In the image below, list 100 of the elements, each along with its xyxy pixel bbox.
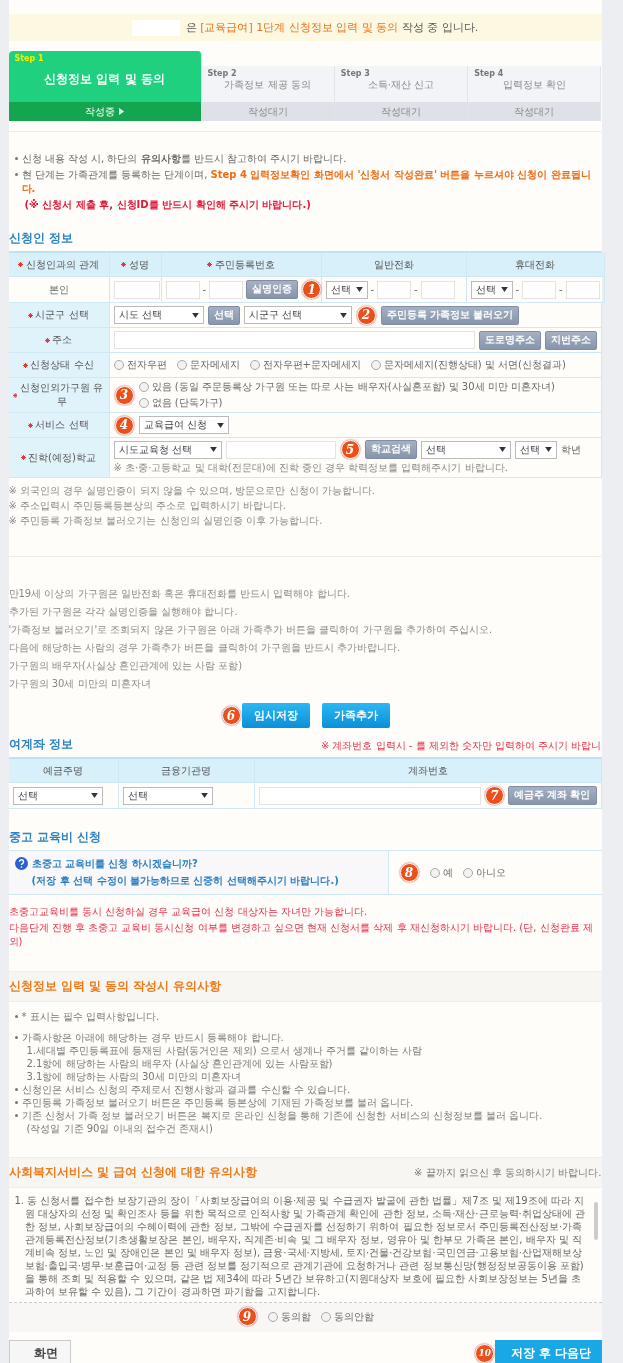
caution-text: 1.세대별 주민등록표에 등재된 사람(동거인은 제외) 으로서 생계나 주거를 같이하는 사람: [26, 1044, 423, 1057]
section-title: 중고 교육비 신청: [8, 829, 101, 846]
step-status: 작성대기: [514, 104, 555, 119]
number-badge: 8: [399, 863, 419, 882]
step-tab[interactable]: Step 3 소득·재산 신고 작성대기: [334, 66, 469, 121]
warning-text: 초중고교육비를 동시 신청하실 경우 교육급여 신청 대상자는 자녀만 가능합니다.: [8, 905, 369, 919]
next-button[interactable]: 저장 후 다음단: [495, 1340, 602, 1363]
number-badge: 5: [340, 440, 360, 459]
action-button[interactable]: 실명인증: [246, 280, 299, 299]
bullet-icon: [14, 1101, 18, 1104]
step-status: 작성중: [85, 104, 115, 119]
number-badge: 2: [356, 305, 376, 325]
guidance-text: 추가된 가구원은 각각 실명인증을 실행해야 합니다.: [8, 605, 239, 619]
dropdown[interactable]: 선택: [470, 280, 513, 299]
label-text: 학년: [560, 442, 581, 457]
step-title: 소득·재산 신고: [367, 78, 435, 92]
step-number: Step 4: [474, 69, 504, 78]
action-button[interactable]: 지번주소: [544, 330, 597, 350]
step-number: Step 2: [207, 69, 237, 78]
section-note: ※ 끝까지 읽으신 후 동의하시기 바랍니다.: [414, 1165, 602, 1180]
caution-text: 신청인은 서비스 신청의 주체로서 진행사항과 결과를 수신할 수 있습니다.: [21, 1083, 351, 1096]
dropdown[interactable]: 교육급여 신청: [138, 416, 229, 434]
action-button[interactable]: 가족추가: [321, 703, 390, 728]
radio-button[interactable]: [429, 867, 440, 878]
caret-icon: [209, 447, 217, 452]
action-button[interactable]: 학교검색: [364, 440, 417, 459]
input-field[interactable]: [377, 280, 412, 299]
input-field[interactable]: [165, 280, 200, 299]
radio-label: 전자우편+문자메세지: [262, 358, 361, 372]
section-title: 사회복지서비스 및 급여 신청에 대한 유의사항: [8, 1164, 258, 1181]
dropdown[interactable]: 선택: [325, 280, 368, 299]
radio-label: 동의안함: [333, 1309, 374, 1324]
footnote-text: ※ 주민등록 가족정보 불러오기는 신청인의 실명인증 이후 가능합니다.: [8, 514, 324, 528]
caution-text: (작성일 기준 90일 이내의 접수건 존재시): [26, 1122, 213, 1135]
radio-button[interactable]: [370, 360, 381, 370]
caret-icon: [191, 312, 199, 318]
radio-button[interactable]: [462, 867, 473, 878]
back-button[interactable]: 화면: [8, 1340, 71, 1363]
notice-text: 현 단계는 가족관계를 등록하는 단계이며, Step 4 입력정보확인 화면에서 '신청서 작성완료' 버튼을 누르셔야 신청이 완료됩니다.: [21, 168, 592, 196]
caution-text: 주민등록 가족정보 불러오기 버튼은 주민등록 등본상에 기재된 가족정보를 불러 옵니다.: [21, 1096, 414, 1109]
dropdown[interactable]: 선택: [514, 440, 557, 459]
action-button[interactable]: 예금주 계좌 확인: [507, 786, 597, 805]
dropdown[interactable]: 선택: [12, 786, 103, 805]
step-tab[interactable]: Step 4 입력정보 확인 작성대기: [468, 66, 602, 121]
action-button[interactable]: 주민등록 가족정보 불러오기: [380, 305, 520, 325]
caret-icon: [500, 287, 508, 292]
notice-text: 신청 내용 작성 시, 하단의 유의사항를 반드시 참고하여 주시기 바랍니다.: [21, 152, 347, 166]
guidance-text: 만19세 이상의 가구원은 일반전화 혹은 휴대전화를 반드시 입력해야 합니다.: [8, 587, 351, 601]
required-icon: [12, 392, 18, 398]
action-button[interactable]: 임시저장: [241, 703, 310, 728]
required-icon: [17, 262, 23, 267]
step-title: 신청정보 입력 및 동의: [44, 71, 165, 88]
dropdown[interactable]: 시군구 선택: [243, 306, 352, 324]
caution-text: 가족사항은 아래에 해당하는 경우 반드시 등록해야 합니다.: [21, 1031, 284, 1044]
number-badge: 1: [302, 280, 322, 299]
radio-button[interactable]: [138, 382, 149, 392]
column-header: 예금주명: [43, 763, 83, 778]
radio-label: 문자메세지: [189, 358, 240, 372]
input-field[interactable]: [225, 440, 336, 459]
caution-text: 2.1항에 해당하는 사람의 배우자 (사실상 혼인관계에 있는 사람포함): [26, 1057, 333, 1070]
action-button[interactable]: 도로명주소: [478, 330, 541, 350]
input-field[interactable]: [113, 331, 475, 349]
label-text: -: [559, 284, 563, 295]
input-field[interactable]: [209, 280, 244, 299]
step-tab[interactable]: Step 2 가족정보 제공 동의 작성대기: [201, 66, 335, 121]
scrollbar[interactable]: [593, 1202, 598, 1240]
input-field[interactable]: [522, 280, 557, 299]
input-field[interactable]: [420, 280, 455, 299]
required-icon: [121, 262, 126, 267]
radio-button[interactable]: [113, 360, 124, 370]
number-badge: 7: [484, 786, 504, 805]
dropdown[interactable]: 시도 선택: [113, 306, 204, 324]
radio-label: 있음 (동일 주문등록상 가구원 또는 따로 사는 배우자(사실혼포함) 및 30세 미만 미혼자녀): [151, 380, 555, 394]
caret-icon: [339, 312, 347, 318]
caret-icon: [119, 108, 124, 115]
radio-button[interactable]: [320, 1311, 331, 1322]
bullet-icon: [14, 1088, 18, 1091]
action-button[interactable]: 선택: [207, 305, 240, 325]
input-field[interactable]: [258, 786, 481, 805]
number-badge: 10: [475, 1343, 495, 1363]
dropdown[interactable]: 선택: [122, 786, 213, 805]
step-tab[interactable]: Step 1 신청정보 입력 및 동의 작성중: [8, 51, 202, 121]
radio-button[interactable]: [249, 360, 260, 370]
field-label: 신청상태 수신: [30, 358, 94, 372]
section-title: 신청정보 입력 및 동의 작성시 유의사항: [8, 978, 222, 995]
number-badge: 3: [114, 385, 134, 405]
input-field[interactable]: [113, 280, 160, 299]
column-header: 성명: [129, 257, 149, 272]
field-note: ※ 초·중·고등학교 및 대학(전문대)에 진학 중인 경우 학력정보를 입력해주시기 바랍니다.: [113, 461, 509, 475]
radio-button[interactable]: [176, 360, 187, 370]
dropdown[interactable]: 시도교육청 선택: [113, 440, 222, 459]
radio-label: 예: [442, 865, 453, 880]
bullet-icon: [14, 157, 18, 160]
section-note: ※ 계좌번호 입력시 - 를 제외한 숫자만 입력하여 주시기 바랍니: [320, 739, 602, 753]
radio-button[interactable]: [138, 398, 149, 408]
input-field[interactable]: [565, 280, 600, 299]
radio-button[interactable]: [267, 1311, 278, 1322]
help-icon: [14, 857, 28, 870]
dropdown[interactable]: 선택: [420, 440, 511, 459]
radio-label: 문자메세지(진행상태) 및 서면(신청결과): [383, 358, 566, 372]
